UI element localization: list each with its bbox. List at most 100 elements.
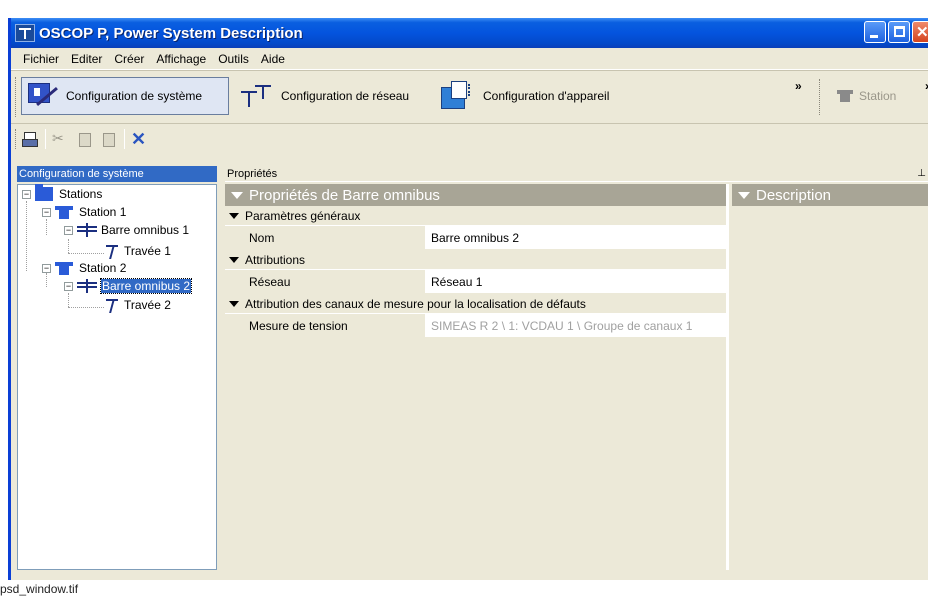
image-caption: psd_window.tif [0, 582, 79, 596]
property-name: Réseau [225, 270, 425, 293]
menu-outils[interactable]: Outils [212, 52, 255, 66]
property-value[interactable]: Réseau 1 [425, 270, 726, 293]
toolbar-separator [45, 129, 46, 149]
menu-aide[interactable]: Aide [255, 52, 291, 66]
toolbar-grip-2[interactable] [819, 79, 822, 115]
station-icon [837, 90, 853, 102]
property-row-voltage-measurement[interactable]: Mesure de tension SIMEAS R 2 \ 1: VCDAU … [225, 314, 726, 338]
collapse-icon[interactable]: − [22, 189, 31, 199]
collapse-triangle-icon [229, 300, 239, 307]
category-general[interactable]: Paramètres généraux [225, 206, 726, 226]
property-row-reseau[interactable]: Réseau Réseau 1 [225, 270, 726, 294]
tree-label-selected: Barre omnibus 2 [99, 278, 193, 294]
tree-line [26, 201, 27, 271]
station-button[interactable]: Station [837, 89, 896, 103]
system-config-icon [26, 81, 60, 111]
station-label: Station [859, 89, 897, 103]
collapse-icon[interactable]: − [64, 225, 73, 235]
oscop-app-icon [15, 24, 35, 42]
tree-line [68, 307, 104, 308]
collapse-icon[interactable]: − [64, 281, 73, 291]
app-window: OSCOP P, Power System Description ✕ Fich… [8, 18, 928, 580]
tree-node-station-1[interactable]: − Station 1 [42, 205, 126, 219]
device-config-button[interactable]: Configuration d'appareil [435, 77, 631, 115]
window-controls: ✕ [864, 21, 928, 43]
maximize-button[interactable] [888, 21, 910, 43]
description-title: Description [756, 186, 832, 204]
content-panes: Configuration de système − Stations − St… [11, 166, 928, 580]
properties-header-label: Propriétés [227, 168, 278, 180]
tree-label: Travée 2 [124, 298, 171, 312]
tree-label: Stations [59, 187, 103, 201]
busbar-icon [77, 279, 97, 293]
property-row-nom[interactable]: Nom Barre omnibus 2 [225, 226, 726, 250]
station-icon [55, 205, 73, 219]
tree-node-stations[interactable]: − Stations [22, 184, 103, 201]
minimize-button[interactable] [864, 21, 886, 43]
toolbar-separator [124, 129, 125, 149]
properties-section-title: Propriétés de Barre omnibus [249, 186, 440, 204]
bay-icon [106, 243, 118, 259]
tree-line [68, 293, 69, 307]
folder-icon [35, 184, 53, 201]
pin-icon[interactable]: ⊥ [917, 166, 926, 182]
station-icon [55, 261, 73, 275]
description-header[interactable]: Description [732, 184, 928, 206]
tree-line [46, 273, 47, 287]
system-tree[interactable]: − Stations − Station 1 − Barre omnibus 1… [17, 184, 217, 570]
device-config-icon [439, 79, 479, 113]
bay-icon [106, 297, 118, 313]
tree-node-busbar-1[interactable]: − Barre omnibus 1 [64, 223, 189, 237]
toolbar-grip[interactable] [15, 77, 18, 117]
delete-icon[interactable]: ✕ [131, 130, 149, 148]
system-config-label: Configuration de système [66, 89, 203, 103]
tree-node-station-2[interactable]: − Station 2 [42, 261, 126, 275]
tree-node-bay-1[interactable]: Travée 1 [106, 243, 171, 259]
menu-editer[interactable]: Editer [65, 52, 108, 66]
tree-line [68, 253, 104, 254]
paste-icon[interactable] [100, 130, 118, 148]
properties-grid: Propriétés de Barre omnibus Paramètres g… [225, 184, 729, 570]
tree-node-busbar-2[interactable]: − Barre omnibus 2 [64, 278, 193, 294]
menu-bar: Fichier Editer Créer Affichage Outils Ai… [11, 48, 928, 70]
category-label: Paramètres généraux [245, 208, 361, 223]
tree-line [68, 239, 69, 253]
category-channel-assignment[interactable]: Attribution des canaux de mesure pour la… [225, 294, 726, 314]
property-value[interactable]: Barre omnibus 2 [425, 226, 726, 249]
description-pane: Description [732, 184, 928, 570]
minimize-icon [870, 35, 878, 38]
close-button[interactable]: ✕ [912, 21, 928, 43]
collapse-triangle-icon [229, 256, 239, 263]
collapse-triangle-icon [229, 212, 239, 219]
tree-label: Travée 1 [124, 244, 171, 258]
tree-label: Station 1 [79, 205, 127, 219]
print-icon[interactable] [21, 130, 39, 148]
network-config-button[interactable]: Configuration de réseau [233, 77, 431, 115]
close-icon: ✕ [916, 24, 928, 41]
collapse-icon[interactable]: − [42, 263, 51, 273]
menu-fichier[interactable]: Fichier [17, 52, 65, 66]
toolbar-overflow-chevron[interactable]: » [795, 79, 802, 93]
network-config-label: Configuration de réseau [281, 89, 410, 103]
tree-line [46, 219, 47, 235]
category-label: Attributions [245, 252, 306, 267]
category-label: Attribution des canaux de mesure pour la… [245, 296, 586, 311]
edit-toolbar-grip[interactable] [15, 129, 18, 149]
tree-node-bay-2[interactable]: Travée 2 [106, 297, 171, 313]
copy-icon[interactable] [76, 130, 94, 148]
cut-icon[interactable]: ✂ [52, 130, 70, 148]
menu-affichage[interactable]: Affichage [150, 52, 212, 66]
system-config-button[interactable]: Configuration de système [21, 77, 229, 115]
property-value[interactable]: SIMEAS R 2 \ 1: VCDAU 1 \ Groupe de cana… [425, 314, 726, 337]
collapse-icon[interactable]: − [42, 207, 51, 217]
edit-toolbar: ✂ ✕ [11, 124, 928, 154]
property-name: Mesure de tension [225, 314, 425, 337]
tree-label: Barre omnibus 1 [101, 223, 190, 237]
network-config-icon [237, 81, 277, 111]
maximize-icon [894, 26, 905, 37]
collapse-triangle-icon [738, 191, 750, 199]
menu-creer[interactable]: Créer [108, 52, 150, 66]
properties-section-header[interactable]: Propriétés de Barre omnibus [225, 184, 726, 206]
category-attributions[interactable]: Attributions [225, 250, 726, 270]
title-bar[interactable]: OSCOP P, Power System Description ✕ [11, 18, 928, 48]
